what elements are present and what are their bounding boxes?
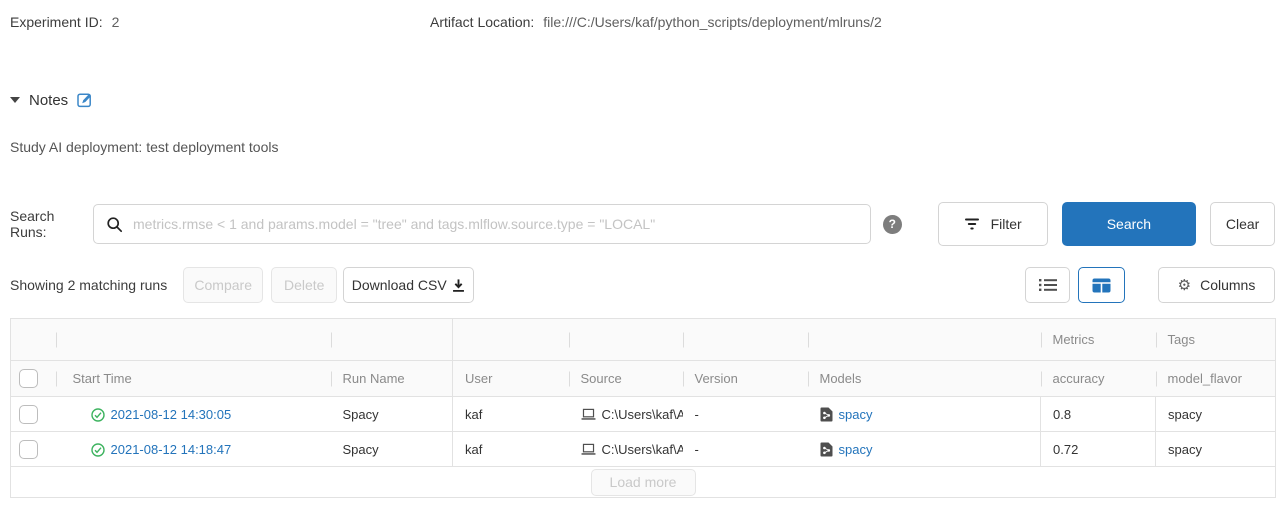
load-more-row: Load more (11, 467, 1276, 498)
runs-table: Metrics Tags Start Time Run Name User So… (10, 318, 1276, 498)
run-link[interactable]: 2021-08-12 14:30:05 (91, 407, 232, 422)
cell-model-flavor: spacy (1156, 397, 1276, 432)
search-button[interactable]: Search (1062, 202, 1197, 246)
columns-button[interactable]: ⚙ Columns (1158, 267, 1275, 303)
col-header-accuracy[interactable]: accuracy (1041, 361, 1156, 397)
laptop-icon (581, 408, 596, 421)
experiment-id-value: 2 (112, 14, 120, 30)
group-header-empty (56, 319, 331, 361)
source-path: C:\Users\kaf\A (602, 442, 683, 457)
download-icon (451, 278, 466, 293)
select-all-cell (11, 361, 56, 397)
search-icon (106, 216, 123, 233)
search-input[interactable] (133, 216, 858, 232)
run-status-ok-icon (91, 443, 105, 457)
cell-source: C:\Users\kaf\A (569, 432, 683, 467)
cell-source: C:\Users\kaf\A (569, 397, 683, 432)
run-link[interactable]: 2021-08-12 14:18:47 (91, 442, 232, 457)
col-header-start-time[interactable]: Start Time (56, 361, 331, 397)
cell-start-time: 2021-08-12 14:30:05 (56, 397, 331, 432)
load-more-cell: Load more (11, 467, 1276, 498)
cell-user: kaf (453, 397, 569, 432)
col-header-run-name[interactable]: Run Name (331, 361, 453, 397)
columns-button-label: Columns (1200, 277, 1255, 293)
delete-button[interactable]: Delete (271, 267, 337, 303)
notes-content: Study AI deployment: test deployment too… (10, 139, 1275, 157)
cell-models: spacy (808, 397, 1041, 432)
runs-toolbar: Showing 2 matching runs Compare Delete D… (10, 267, 1275, 303)
row-select-cell (11, 397, 56, 432)
run-row: 2021-08-12 14:30:05 Spacy kaf C:\Users\k… (11, 397, 1276, 432)
notes-section-header: Notes (10, 89, 1275, 111)
run-start-time: 2021-08-12 14:18:47 (111, 442, 232, 457)
group-header-tags: Tags (1156, 319, 1276, 361)
group-header-empty (569, 319, 683, 361)
artifact-location-label: Artifact Location: (430, 14, 534, 30)
source-path: C:\Users\kaf\A (602, 407, 683, 422)
download-csv-label: Download CSV (352, 277, 447, 293)
col-header-source[interactable]: Source (569, 361, 683, 397)
model-icon (820, 407, 833, 422)
col-header-models[interactable]: Models (808, 361, 1041, 397)
cell-accuracy: 0.72 (1041, 432, 1156, 467)
download-csv-button[interactable]: Download CSV (343, 267, 474, 303)
grid-view-button[interactable] (1078, 267, 1125, 303)
model-link[interactable]: spacy (839, 442, 873, 457)
table-group-header-row: Metrics Tags (11, 319, 1276, 361)
cell-model-flavor: spacy (1156, 432, 1276, 467)
filter-button[interactable]: Filter (938, 202, 1048, 246)
search-input-container (93, 204, 871, 244)
group-header-empty (683, 319, 808, 361)
run-start-time: 2021-08-12 14:30:05 (111, 407, 232, 422)
cell-run-name: Spacy (331, 397, 453, 432)
help-icon[interactable]: ? (883, 215, 902, 234)
model-icon (820, 442, 833, 457)
col-header-version[interactable]: Version (683, 361, 808, 397)
table-column-header-row: Start Time Run Name User Source Version … (11, 361, 1276, 397)
notes-title: Notes (29, 92, 68, 109)
select-all-checkbox[interactable] (19, 369, 38, 388)
cell-user: kaf (453, 432, 569, 467)
experiment-meta-row: Experiment ID: 2 Artifact Location: file… (10, 12, 1275, 32)
cell-start-time: 2021-08-12 14:18:47 (56, 432, 331, 467)
artifact-location-value: file:///C:/Users/kaf/python_scripts/depl… (543, 14, 881, 30)
cell-models: spacy (808, 432, 1041, 467)
load-more-button[interactable]: Load more (591, 469, 696, 496)
list-view-icon (1039, 278, 1057, 292)
search-runs-label: Search Runs: (10, 208, 93, 240)
model-link[interactable]: spacy (839, 407, 873, 422)
group-header-empty (453, 319, 569, 361)
row-select-cell (11, 432, 56, 467)
cell-run-name: Spacy (331, 432, 453, 467)
list-view-button[interactable] (1025, 267, 1070, 303)
matching-runs-count: Showing 2 matching runs (10, 277, 167, 293)
group-header-empty (808, 319, 1041, 361)
edit-notes-icon[interactable] (77, 92, 93, 108)
gear-icon: ⚙ (1178, 278, 1191, 293)
run-row: 2021-08-12 14:18:47 Spacy kaf C:\Users\k… (11, 432, 1276, 467)
grid-view-icon (1092, 278, 1111, 293)
group-header-empty (331, 319, 453, 361)
clear-button[interactable]: Clear (1210, 202, 1275, 246)
search-runs-row: Search Runs: ? Filter Search Clear (10, 202, 1275, 246)
chevron-down-icon[interactable] (10, 97, 20, 103)
experiment-id-label: Experiment ID: (10, 14, 103, 30)
row-checkbox[interactable] (19, 440, 38, 459)
artifact-location: Artifact Location: file:///C:/Users/kaf/… (430, 14, 882, 30)
filter-button-label: Filter (991, 216, 1022, 232)
laptop-icon (581, 443, 596, 456)
filter-icon (964, 217, 980, 231)
cell-version: - (683, 432, 808, 467)
cell-accuracy: 0.8 (1041, 397, 1156, 432)
group-header-metrics: Metrics (1041, 319, 1156, 361)
run-status-ok-icon (91, 408, 105, 422)
col-header-model-flavor[interactable]: model_flavor (1156, 361, 1276, 397)
group-header-empty (11, 319, 56, 361)
experiment-page: Experiment ID: 2 Artifact Location: file… (0, 12, 1285, 498)
experiment-id: Experiment ID: 2 (10, 14, 430, 30)
cell-version: - (683, 397, 808, 432)
compare-button[interactable]: Compare (183, 267, 263, 303)
row-checkbox[interactable] (19, 405, 38, 424)
col-header-user[interactable]: User (453, 361, 569, 397)
